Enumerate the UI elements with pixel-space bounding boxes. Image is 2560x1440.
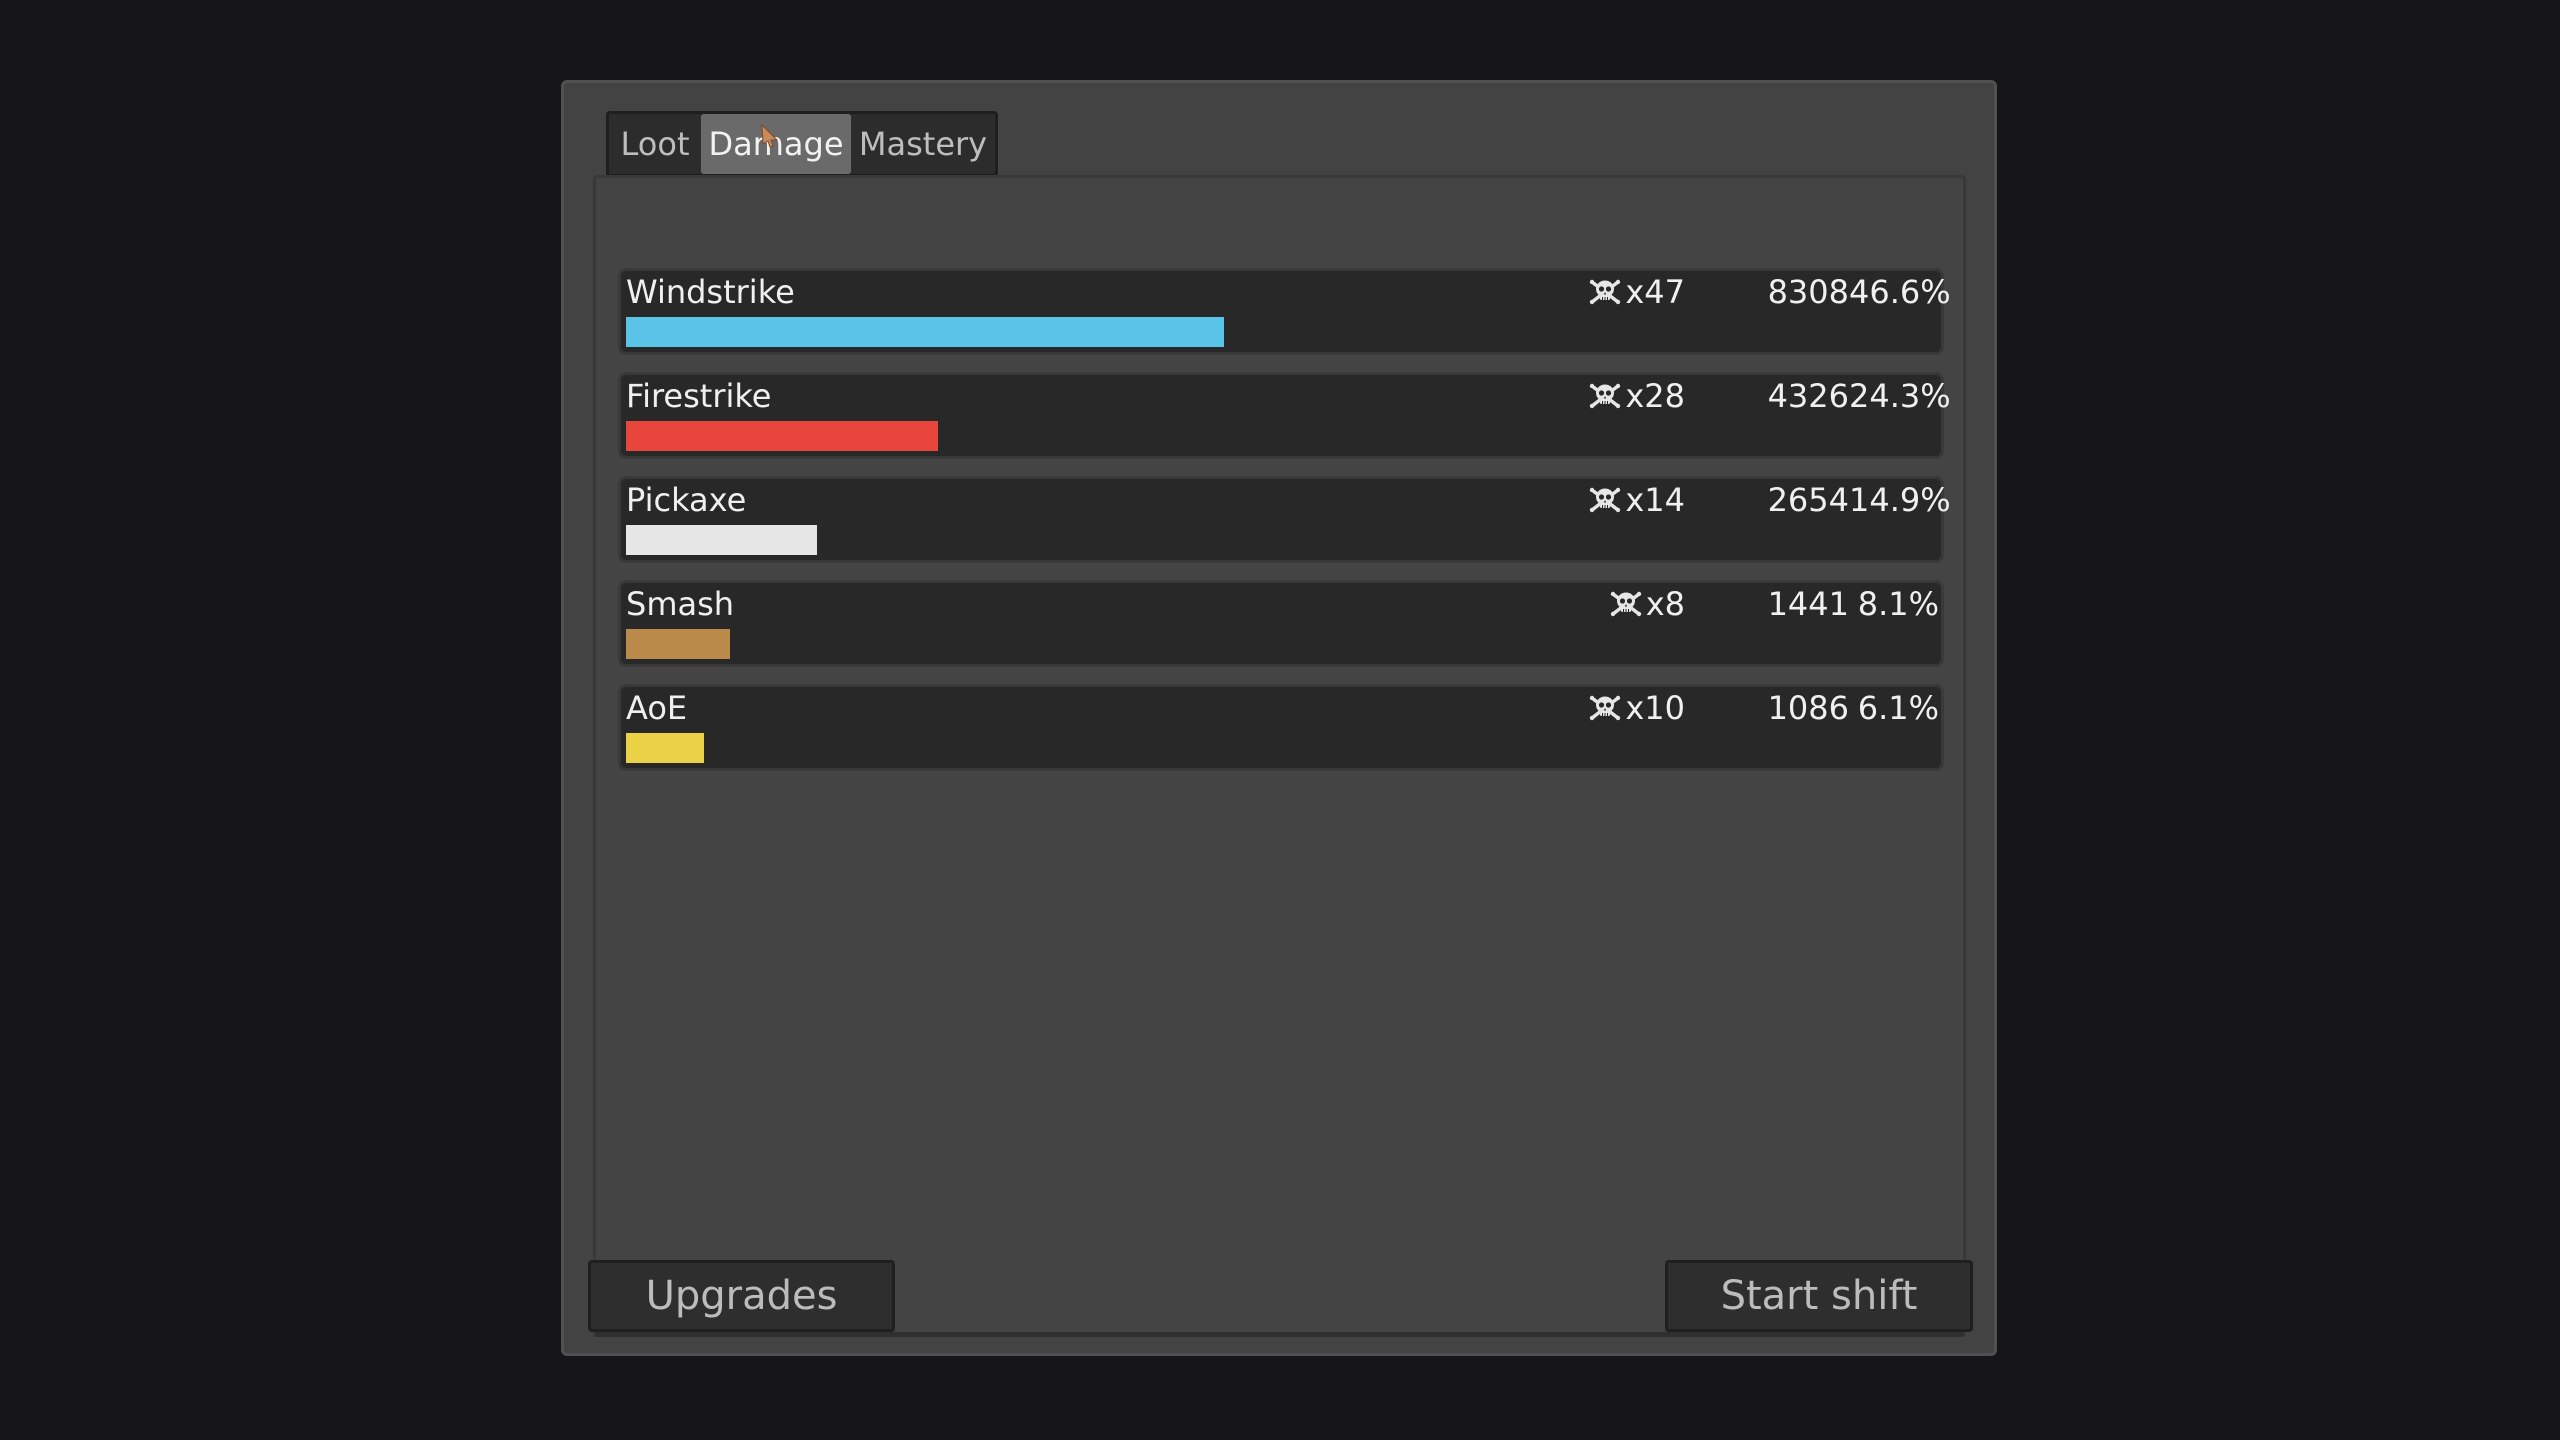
skill-kill-count: x14 — [1625, 481, 1685, 519]
skill-damage-percent: 24.3% — [1849, 377, 1951, 415]
pointer-cursor-icon — [761, 124, 779, 148]
skull-crossbones-icon — [1589, 486, 1622, 514]
skill-kills: x14 — [1501, 481, 1685, 519]
damage-bar-track — [626, 629, 1910, 659]
skull-crossbones-icon — [1589, 382, 1622, 410]
skill-name: AoE — [626, 689, 688, 727]
skill-name: Windstrike — [626, 273, 795, 311]
damage-bar — [626, 421, 938, 451]
damage-bar-track — [626, 525, 1910, 555]
skill-damage: 2654 — [1767, 481, 1849, 519]
skill-damage: 8308 — [1767, 273, 1849, 311]
skill-damage-percent: 6.1% — [1857, 689, 1939, 727]
skill-kill-count: x47 — [1625, 273, 1685, 311]
skull-crossbones-icon — [1609, 590, 1642, 618]
skill-kill-count: x8 — [1645, 585, 1685, 623]
skill-row-firestrike: Firestrike x28 4326 24.3% — [618, 372, 1951, 459]
skill-kills: x28 — [1501, 377, 1685, 415]
skill-kills: x47 — [1501, 273, 1685, 311]
skill-row-smash: Smash x8 1441 8.1% — [618, 580, 1944, 667]
skill-name: Firestrike — [626, 377, 772, 415]
damage-bar — [626, 629, 730, 659]
tab-loot[interactable]: Loot — [609, 114, 701, 174]
damage-stats-panel: Loot Damage Mastery Windstrike x47 8308 … — [561, 80, 1997, 1356]
skill-damage: 4326 — [1767, 377, 1849, 415]
damage-bar-track — [626, 733, 1910, 763]
skill-damage-percent: 14.9% — [1849, 481, 1951, 519]
damage-bar — [626, 733, 705, 763]
skill-damage-list: Windstrike x47 8308 46.6% Firestrike x28… — [593, 175, 1966, 1337]
skill-kills: x10 — [1501, 689, 1685, 727]
damage-bar-track — [626, 317, 1910, 347]
skill-damage-percent: 8.1% — [1857, 585, 1939, 623]
tab-bar: Loot Damage Mastery — [606, 111, 998, 177]
skill-damage: 1086 — [1767, 689, 1849, 727]
skill-damage: 1441 — [1767, 585, 1849, 623]
skill-row-pickaxe: Pickaxe x14 2654 14.9% — [618, 476, 1951, 563]
skill-name: Smash — [626, 585, 735, 623]
upgrades-button[interactable]: Upgrades — [588, 1260, 895, 1332]
damage-bar-track — [626, 421, 1910, 451]
damage-bar — [626, 317, 1225, 347]
skull-crossbones-icon — [1589, 278, 1622, 306]
skill-kills: x8 — [1501, 585, 1685, 623]
skill-row-aoe: AoE x10 1086 6.1% — [618, 684, 1944, 771]
skill-kill-count: x10 — [1625, 689, 1685, 727]
skill-name: Pickaxe — [626, 481, 747, 519]
skill-row-windstrike: Windstrike x47 8308 46.6% — [618, 268, 1951, 355]
skill-kill-count: x28 — [1625, 377, 1685, 415]
start-shift-button[interactable]: Start shift — [1665, 1260, 1973, 1332]
skull-crossbones-icon — [1589, 694, 1622, 722]
damage-bar — [626, 525, 818, 555]
skill-damage-percent: 46.6% — [1849, 273, 1951, 311]
tab-mastery[interactable]: Mastery — [851, 114, 995, 174]
